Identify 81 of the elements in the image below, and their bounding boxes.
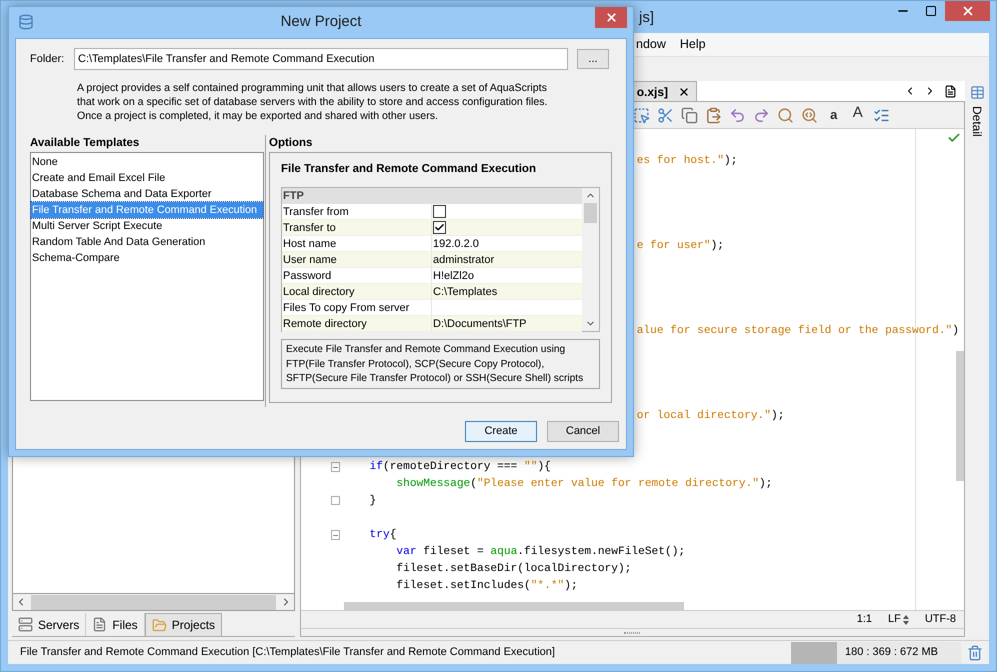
folder-field[interactable]: C:\Templates\File Transfer and Remote Command Execution: [74, 48, 568, 70]
fold-collapse-icon[interactable]: [330, 530, 340, 540]
property-value[interactable]: 192.0.2.0: [433, 236, 479, 252]
browse-button[interactable]: ...: [577, 49, 609, 69]
menu-item[interactable]: Help: [680, 35, 706, 54]
template-description: Execute File Transfer and Remote Command Execution using FTP(File Transfer Protocol), SCP(Secure Copy Protocol), SFTP(Secure File Transfer Protocol) or SSH(Secure Shell) scripts: [281, 339, 600, 389]
close-button[interactable]: [945, 1, 990, 21]
window-title: js]: [639, 8, 654, 28]
cancel-button[interactable]: Cancel: [547, 421, 619, 442]
template-item[interactable]: None: [31, 154, 263, 170]
template-item[interactable]: Schema-Compare: [31, 250, 263, 266]
code-line: }: [368, 494, 376, 509]
folder-icon: [152, 618, 167, 632]
document-icon: [92, 617, 108, 632]
scroll-thumb[interactable]: [584, 203, 597, 223]
no-errors-icon: [946, 131, 961, 145]
checkbox[interactable]: [433, 205, 446, 218]
fold-collapse-icon[interactable]: [330, 462, 340, 472]
code-line: showMessage("Please enter value for remote directory.");: [395, 476, 772, 492]
create-button[interactable]: Create: [465, 421, 537, 442]
property-name: Password: [282, 268, 432, 283]
server-icon: [18, 617, 33, 632]
up-down-icon: [902, 614, 909, 624]
tab-list-icon[interactable]: [944, 84, 958, 98]
property-name: Transfer from: [282, 204, 432, 219]
template-item[interactable]: Database Schema and Data Exporter: [31, 186, 263, 202]
fold-end-icon: [330, 496, 340, 505]
property-name: Local directory: [282, 284, 432, 299]
checkbox[interactable]: [433, 221, 446, 234]
code-line: e for user");: [636, 238, 724, 254]
app-icon: [18, 14, 34, 30]
close-button[interactable]: [595, 7, 627, 28]
templates-heading: Available Templates: [30, 136, 140, 151]
description-text: A project provides a self contained programming unit that allows users to create a set of AquaScripts that work on a specific set of database servers with the ability to store and access configuration files. Once a project is completed, it may be exported and shared with other users.: [77, 81, 548, 123]
panel-tab[interactable]: Servers: [12, 613, 86, 636]
options-heading: Options: [269, 136, 314, 151]
panel-tab[interactable]: Projects: [144, 613, 222, 636]
property-value[interactable]: C:\Templates: [433, 284, 498, 300]
code-line: alue for secure storage field or the password."): [636, 324, 959, 339]
status-text: File Transfer and Remote Command Execution [C:\Templates\File Transfer and Remote Command Execution]: [20, 645, 555, 660]
line-ending-selector[interactable]: LF: [888, 611, 909, 628]
code-line: var fileset = aqua.filesystem.newFileSet();: [395, 544, 686, 560]
code-line: or local directory.");: [636, 408, 784, 424]
panel-tab[interactable]: Files: [86, 613, 145, 636]
dialog-title: New Project: [280, 12, 362, 32]
property-name: Files To copy From server: [282, 300, 432, 315]
font-smaller-button[interactable]: a: [822, 104, 845, 126]
font-larger-button[interactable]: A: [846, 104, 869, 126]
property-name: Transfer to: [282, 220, 432, 235]
close-icon: [960, 4, 974, 18]
menu-item[interactable]: ndow: [636, 35, 666, 54]
property-name: Remote directory: [282, 316, 432, 331]
horizontal-scrollbar[interactable]: [344, 602, 684, 610]
table-icon[interactable]: [970, 85, 984, 100]
template-item[interactable]: Multi Server Script Execute: [31, 218, 263, 234]
property-name: User name: [282, 252, 432, 267]
code-line: fileset.setBaseDir(localDirectory);: [395, 562, 632, 577]
group-header: FTP: [282, 188, 582, 204]
close-tab-icon[interactable]: [678, 86, 690, 98]
code-line: if(remoteDirectory === ""){: [368, 460, 551, 475]
code-line: es for host.");: [636, 154, 738, 169]
splitter-handle[interactable]: [624, 632, 640, 634]
vertical-scrollbar[interactable]: [582, 188, 599, 331]
template-item[interactable]: Random Table And Data Generation: [31, 234, 263, 250]
detail-tab[interactable]: Detail: [968, 106, 986, 137]
code-line: try{: [368, 528, 396, 543]
code-line: fileset.setIncludes("*.*");: [395, 578, 578, 594]
memory-usage: 180 : 369 : 672 MB: [845, 645, 938, 660]
folder-label: Folder:: [30, 52, 66, 67]
property-value[interactable]: D:\Documents\FTP: [433, 316, 527, 332]
property-value[interactable]: H!elZl2o: [433, 268, 474, 284]
property-name: Host name: [282, 236, 432, 251]
vertical-scrollbar[interactable]: [956, 351, 964, 481]
maximize-icon: [925, 5, 937, 17]
property-value[interactable]: adminstrator: [433, 252, 494, 268]
options-title: File Transfer and Remote Command Execution: [281, 162, 537, 177]
encoding-selector[interactable]: UTF-8: [924, 611, 956, 628]
garbage-collect-icon[interactable]: [967, 644, 983, 660]
template-item[interactable]: Create and Email Excel File: [31, 170, 263, 186]
cursor-position: 1:1: [856, 612, 872, 628]
close-icon: [604, 11, 618, 24]
